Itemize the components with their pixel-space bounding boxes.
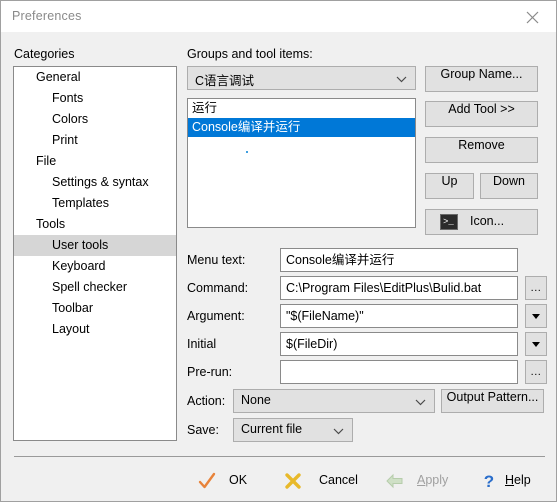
ok-button[interactable]: OK	[191, 467, 261, 495]
triangle-down-icon	[532, 342, 540, 347]
command-label: Command:	[187, 281, 249, 295]
title-bar: Preferences	[1, 1, 556, 32]
apply-button-label: Apply	[417, 473, 449, 487]
remove-button[interactable]: Remove	[425, 137, 538, 163]
sidebar-item-print[interactable]: Print	[14, 130, 176, 151]
save-select[interactable]: Current file	[233, 418, 353, 442]
cancel-button[interactable]: Cancel	[277, 467, 369, 495]
initial-label: Initial	[187, 337, 217, 351]
apply-button[interactable]: Apply	[379, 467, 465, 495]
sidebar-item-templates[interactable]: Templates	[14, 193, 176, 214]
sidebar-item-user-tools[interactable]: User tools	[14, 235, 176, 256]
icon-button[interactable]: >_ Icon...	[425, 209, 538, 235]
action-select-value: None	[241, 393, 271, 407]
window-title: Preferences	[12, 9, 82, 23]
sidebar-item-colors[interactable]: Colors	[14, 109, 176, 130]
initial-dropdown-button[interactable]	[525, 332, 547, 356]
groups-and-tool-items-label: Groups and tool items:	[187, 47, 313, 61]
sidebar-item-tools[interactable]: Tools	[14, 214, 176, 235]
close-x-icon	[285, 473, 301, 489]
save-select-value: Current file	[241, 422, 303, 436]
argument-dropdown-button[interactable]	[525, 304, 547, 328]
close-button[interactable]	[510, 1, 556, 32]
save-label: Save:	[187, 423, 219, 437]
group-name-button[interactable]: Group Name...	[425, 66, 538, 92]
sidebar-item-spell-checker[interactable]: Spell checker	[14, 277, 176, 298]
sidebar-item-general[interactable]: General	[14, 67, 176, 88]
command-browse-button[interactable]: ...	[525, 276, 547, 300]
categories-label: Categories	[14, 47, 75, 61]
ellipsis-icon: ...	[530, 366, 542, 378]
output-pattern-button[interactable]: Output Pattern...	[441, 389, 544, 413]
list-item[interactable]: Console编译并运行	[188, 118, 415, 137]
sidebar-item-file[interactable]: File	[14, 151, 176, 172]
action-select[interactable]: None	[233, 389, 435, 413]
footer-divider	[14, 456, 545, 457]
close-icon	[526, 11, 539, 24]
sidebar-item-toolbar[interactable]: Toolbar	[14, 298, 176, 319]
svg-text:?: ?	[484, 472, 494, 491]
sidebar-item-settings-syntax[interactable]: Settings & syntax	[14, 172, 176, 193]
list-item[interactable]: 运行	[188, 99, 415, 118]
categories-tree[interactable]: General Fonts Colors Print File Settings…	[13, 66, 177, 441]
preferences-dialog: Preferences Categories General Fonts Col…	[0, 0, 557, 502]
ok-button-label: OK	[229, 473, 248, 487]
move-down-button[interactable]: Down	[480, 173, 538, 199]
check-icon	[198, 472, 216, 489]
list-artifact-dot	[246, 151, 248, 153]
icon-button-label: Icon...	[470, 214, 505, 228]
help-button[interactable]: ? Help	[473, 467, 541, 495]
console-icon: >_	[440, 214, 458, 230]
tool-items-list[interactable]: 运行 Console编译并运行	[187, 98, 416, 228]
menu-text-input[interactable]: Console编译并运行	[280, 248, 518, 272]
action-label: Action:	[187, 394, 226, 408]
pre-run-input[interactable]	[280, 360, 518, 384]
group-select-value: C语言调试	[195, 74, 255, 88]
triangle-down-icon	[532, 314, 540, 319]
add-tool-button[interactable]: Add Tool >>	[425, 101, 538, 127]
pre-run-label: Pre-run:	[187, 365, 233, 379]
menu-text-label: Menu text:	[187, 253, 246, 267]
help-button-label: Help	[505, 473, 531, 487]
chevron-down-icon	[415, 399, 426, 406]
sidebar-item-layout[interactable]: Layout	[14, 319, 176, 340]
pre-run-browse-button[interactable]: ...	[525, 360, 547, 384]
group-select[interactable]: C语言调试	[187, 66, 416, 90]
initial-input[interactable]: $(FileDir)	[280, 332, 518, 356]
console-icon-glyph: >_	[443, 217, 454, 227]
left-arrow-icon	[386, 473, 403, 489]
cancel-button-label: Cancel	[319, 473, 358, 487]
question-mark-icon: ?	[484, 472, 494, 491]
argument-label: Argument:	[187, 309, 245, 323]
argument-input[interactable]: "$(FileName)"	[280, 304, 518, 328]
chevron-down-icon	[333, 428, 344, 435]
sidebar-item-fonts[interactable]: Fonts	[14, 88, 176, 109]
command-input[interactable]: C:\Program Files\EditPlus\Bulid.bat	[280, 276, 518, 300]
move-up-button[interactable]: Up	[425, 173, 474, 199]
ellipsis-icon: ...	[530, 282, 542, 294]
chevron-down-icon	[396, 76, 407, 83]
sidebar-item-keyboard[interactable]: Keyboard	[14, 256, 176, 277]
